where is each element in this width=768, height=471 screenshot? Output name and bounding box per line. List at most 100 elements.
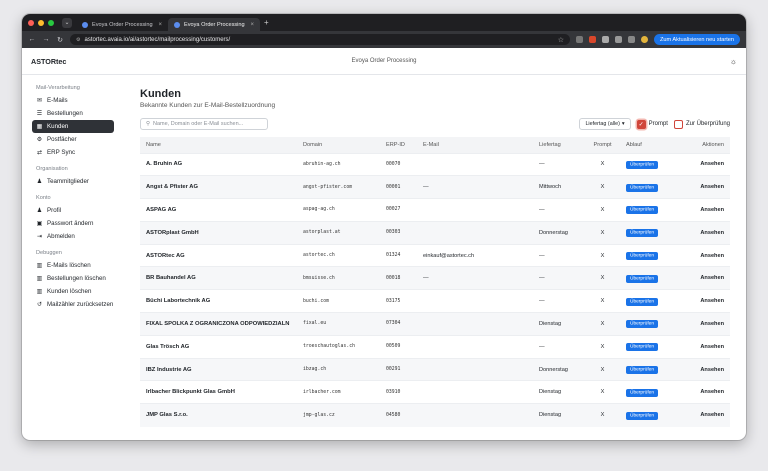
extension-icon[interactable] (602, 36, 609, 43)
sidebar-item[interactable]: ⇥ Abmelden (32, 230, 114, 243)
customer-domain: irlbacher.com (297, 380, 380, 404)
table-row[interactable]: BR Bauhandel AG bmsuisse.ch 00018— — X Überpr… (140, 266, 730, 290)
customer-delivery-day: — (533, 243, 585, 267)
extension-icon[interactable] (576, 36, 583, 43)
url-text: astortec.avaia.io/ai/astortec/mailproces… (84, 36, 231, 43)
review-badge[interactable]: Überprüfen (626, 297, 658, 306)
table-row[interactable]: Büchi Labortechnik AG buchi.com 03175 — X Übe… (140, 289, 730, 313)
customer-delivery-day: Dienstag (533, 380, 585, 404)
close-tab-icon[interactable]: × (158, 22, 162, 28)
checkbox-checked-icon[interactable]: ✓ (636, 119, 646, 129)
customer-prompt: X (585, 289, 620, 313)
view-link[interactable]: Ansehen (676, 403, 730, 427)
extension-icon[interactable] (589, 36, 596, 43)
review-badge[interactable]: Überprüfen (626, 320, 658, 329)
forward-icon[interactable]: → (42, 36, 50, 43)
profile-avatar[interactable] (641, 36, 648, 43)
review-badge[interactable]: Überprüfen (626, 229, 658, 238)
customer-delivery-day: — (533, 334, 585, 359)
review-badge[interactable]: Überprüfen (626, 206, 658, 215)
delivery-day-select[interactable]: Liefertag (alle) ▾ (579, 118, 631, 130)
review-badge[interactable]: Überprüfen (626, 183, 658, 192)
maximize-window-button[interactable] (48, 19, 54, 26)
review-badge[interactable]: Überprüfen (626, 411, 658, 420)
customer-prompt: X (585, 380, 620, 404)
view-link[interactable]: Ansehen (676, 289, 730, 313)
table-row[interactable]: JMP Glas S.r.o. jmp-glas.cz 04580 Dienstag X… (140, 403, 730, 427)
minimize-window-button[interactable] (38, 19, 44, 26)
extensions-puzzle-icon[interactable] (615, 36, 622, 43)
table-row[interactable]: ASPAG AG aspag-ag.ch 00027 — X Überprüfen Anse… (140, 198, 730, 222)
table-row[interactable]: Irlbacher Blickpunkt Glas GmbH irlbacher.… (140, 380, 730, 404)
bookmark-star-icon[interactable]: ☆ (558, 36, 564, 44)
table-row[interactable]: Angst & Pfister AG angst-pfister.com 00001… (140, 175, 730, 199)
table-row[interactable]: FIXAL SPOLKA Z OGRANICZONA ODPOWIEDZIALN… (140, 312, 730, 336)
sidebar-item[interactable]: ▣ Passwort ändern (32, 217, 114, 230)
sidebar-item[interactable]: ♟ Teammitglieder (32, 175, 114, 188)
view-link[interactable]: Ansehen (676, 152, 730, 176)
sidebar-section-title: Debuggen (36, 250, 62, 256)
customer-domain: buchi.com (297, 289, 380, 313)
new-tab-icon[interactable]: + (264, 18, 269, 27)
table-row[interactable]: IBZ Industrie AG ibzag.ch 00291 Donnerstag X… (140, 357, 730, 381)
review-badge[interactable]: Überprüfen (626, 274, 658, 283)
checkbox-unchecked-icon[interactable] (673, 119, 683, 129)
customer-delivery-day: Dienstag (533, 312, 585, 336)
view-link[interactable]: Ansehen (676, 243, 730, 267)
update-button[interactable]: Zum Aktualisieren neu starten (654, 34, 740, 45)
tab-bar: ⌄ Evoya Order Processing | Evo × Evoya O… (22, 14, 746, 31)
view-link[interactable]: Ansehen (676, 334, 730, 359)
sidebar-item[interactable]: ▥ Kunden löschen (32, 285, 114, 298)
view-link[interactable]: Ansehen (676, 380, 730, 404)
view-link[interactable]: Ansehen (676, 198, 730, 222)
download-icon[interactable] (628, 36, 635, 43)
sidebar-item[interactable]: ↺ Mailzähler zurücksetzen (32, 298, 114, 311)
search-input[interactable]: ⚲ Name, Domain oder E-Mail suchen... (140, 118, 268, 130)
address-bar: ← → ↻ ⚙ astortec.avaia.io/ai/astortec/ma… (22, 31, 746, 48)
browser-tab-1[interactable]: Evoya Order Processing | Evo × (76, 18, 168, 31)
customer-email (417, 334, 533, 359)
view-link[interactable]: Ansehen (676, 357, 730, 381)
view-link[interactable]: Ansehen (676, 220, 730, 245)
column-header: Ablauf (626, 141, 642, 148)
table-row[interactable]: ASTORtec AG astortec.ch 01324 einkauf@astor… (140, 243, 730, 267)
table-row[interactable]: ASTORplast GmbH astorplast.at 00303 Donners… (140, 220, 730, 245)
browser-tab-2[interactable]: Evoya Order Processing | Evo × (168, 18, 260, 31)
sidebar-item[interactable]: ▥ E-Mails löschen (32, 259, 114, 272)
view-link[interactable]: Ansehen (676, 312, 730, 336)
back-icon[interactable]: ← (28, 36, 36, 43)
brand-logo[interactable]: ASTORtec (31, 57, 66, 66)
sidebar-item[interactable]: ☰ Bestellungen (32, 107, 114, 120)
review-badge[interactable]: Überprüfen (626, 160, 658, 169)
review-checkbox[interactable]: Zur Überprüfung (673, 119, 730, 129)
trash-icon: ▥ (36, 289, 43, 295)
site-info-icon[interactable]: ⚙ (76, 37, 80, 43)
customer-name: A. Bruhin AG (140, 152, 297, 176)
customer-domain: astorplast.at (297, 220, 380, 245)
review-badge[interactable]: Überprüfen (626, 366, 658, 375)
sidebar-item[interactable]: ▥ Bestellungen löschen (32, 272, 114, 285)
view-link[interactable]: Ansehen (676, 266, 730, 290)
sidebar-item[interactable]: ⇄ ERP Sync (32, 146, 114, 159)
table-row[interactable]: Glas Trösch AG troeschautoglas.ch 00509 — X Ü… (140, 334, 730, 359)
review-badge[interactable]: Überprüfen (626, 388, 658, 397)
customer-flow: Überprüfen (620, 380, 676, 404)
close-tab-icon[interactable]: × (250, 22, 254, 28)
customer-delivery-day: Donnerstag (533, 357, 585, 381)
table-row[interactable]: A. Bruhin AG abruhin-ag.ch 00070 — X Überprüf… (140, 152, 730, 176)
view-link[interactable]: Ansehen (676, 175, 730, 199)
tab-search-icon[interactable]: ⌄ (62, 17, 72, 28)
customer-name: Irlbacher Blickpunkt Glas GmbH (140, 380, 297, 404)
sidebar-item[interactable]: ✉ E-Mails (32, 94, 114, 107)
sidebar-item[interactable]: ⚙ Postfächer (32, 133, 114, 146)
theme-toggle-sun-icon[interactable]: ☼ (730, 57, 737, 66)
review-badge[interactable]: Überprüfen (626, 252, 658, 261)
sidebar-item[interactable]: ▦ Kunden (32, 120, 114, 133)
prompt-checkbox[interactable]: ✓ Prompt (636, 119, 668, 129)
sidebar-item[interactable]: ♟ Profil (32, 204, 114, 217)
reload-icon[interactable]: ↻ (56, 36, 64, 44)
customer-flow: Überprüfen (620, 312, 676, 336)
review-badge[interactable]: Überprüfen (626, 343, 658, 352)
url-field[interactable]: ⚙ astortec.avaia.io/ai/astortec/mailproc… (70, 34, 570, 45)
close-window-button[interactable] (28, 19, 34, 26)
